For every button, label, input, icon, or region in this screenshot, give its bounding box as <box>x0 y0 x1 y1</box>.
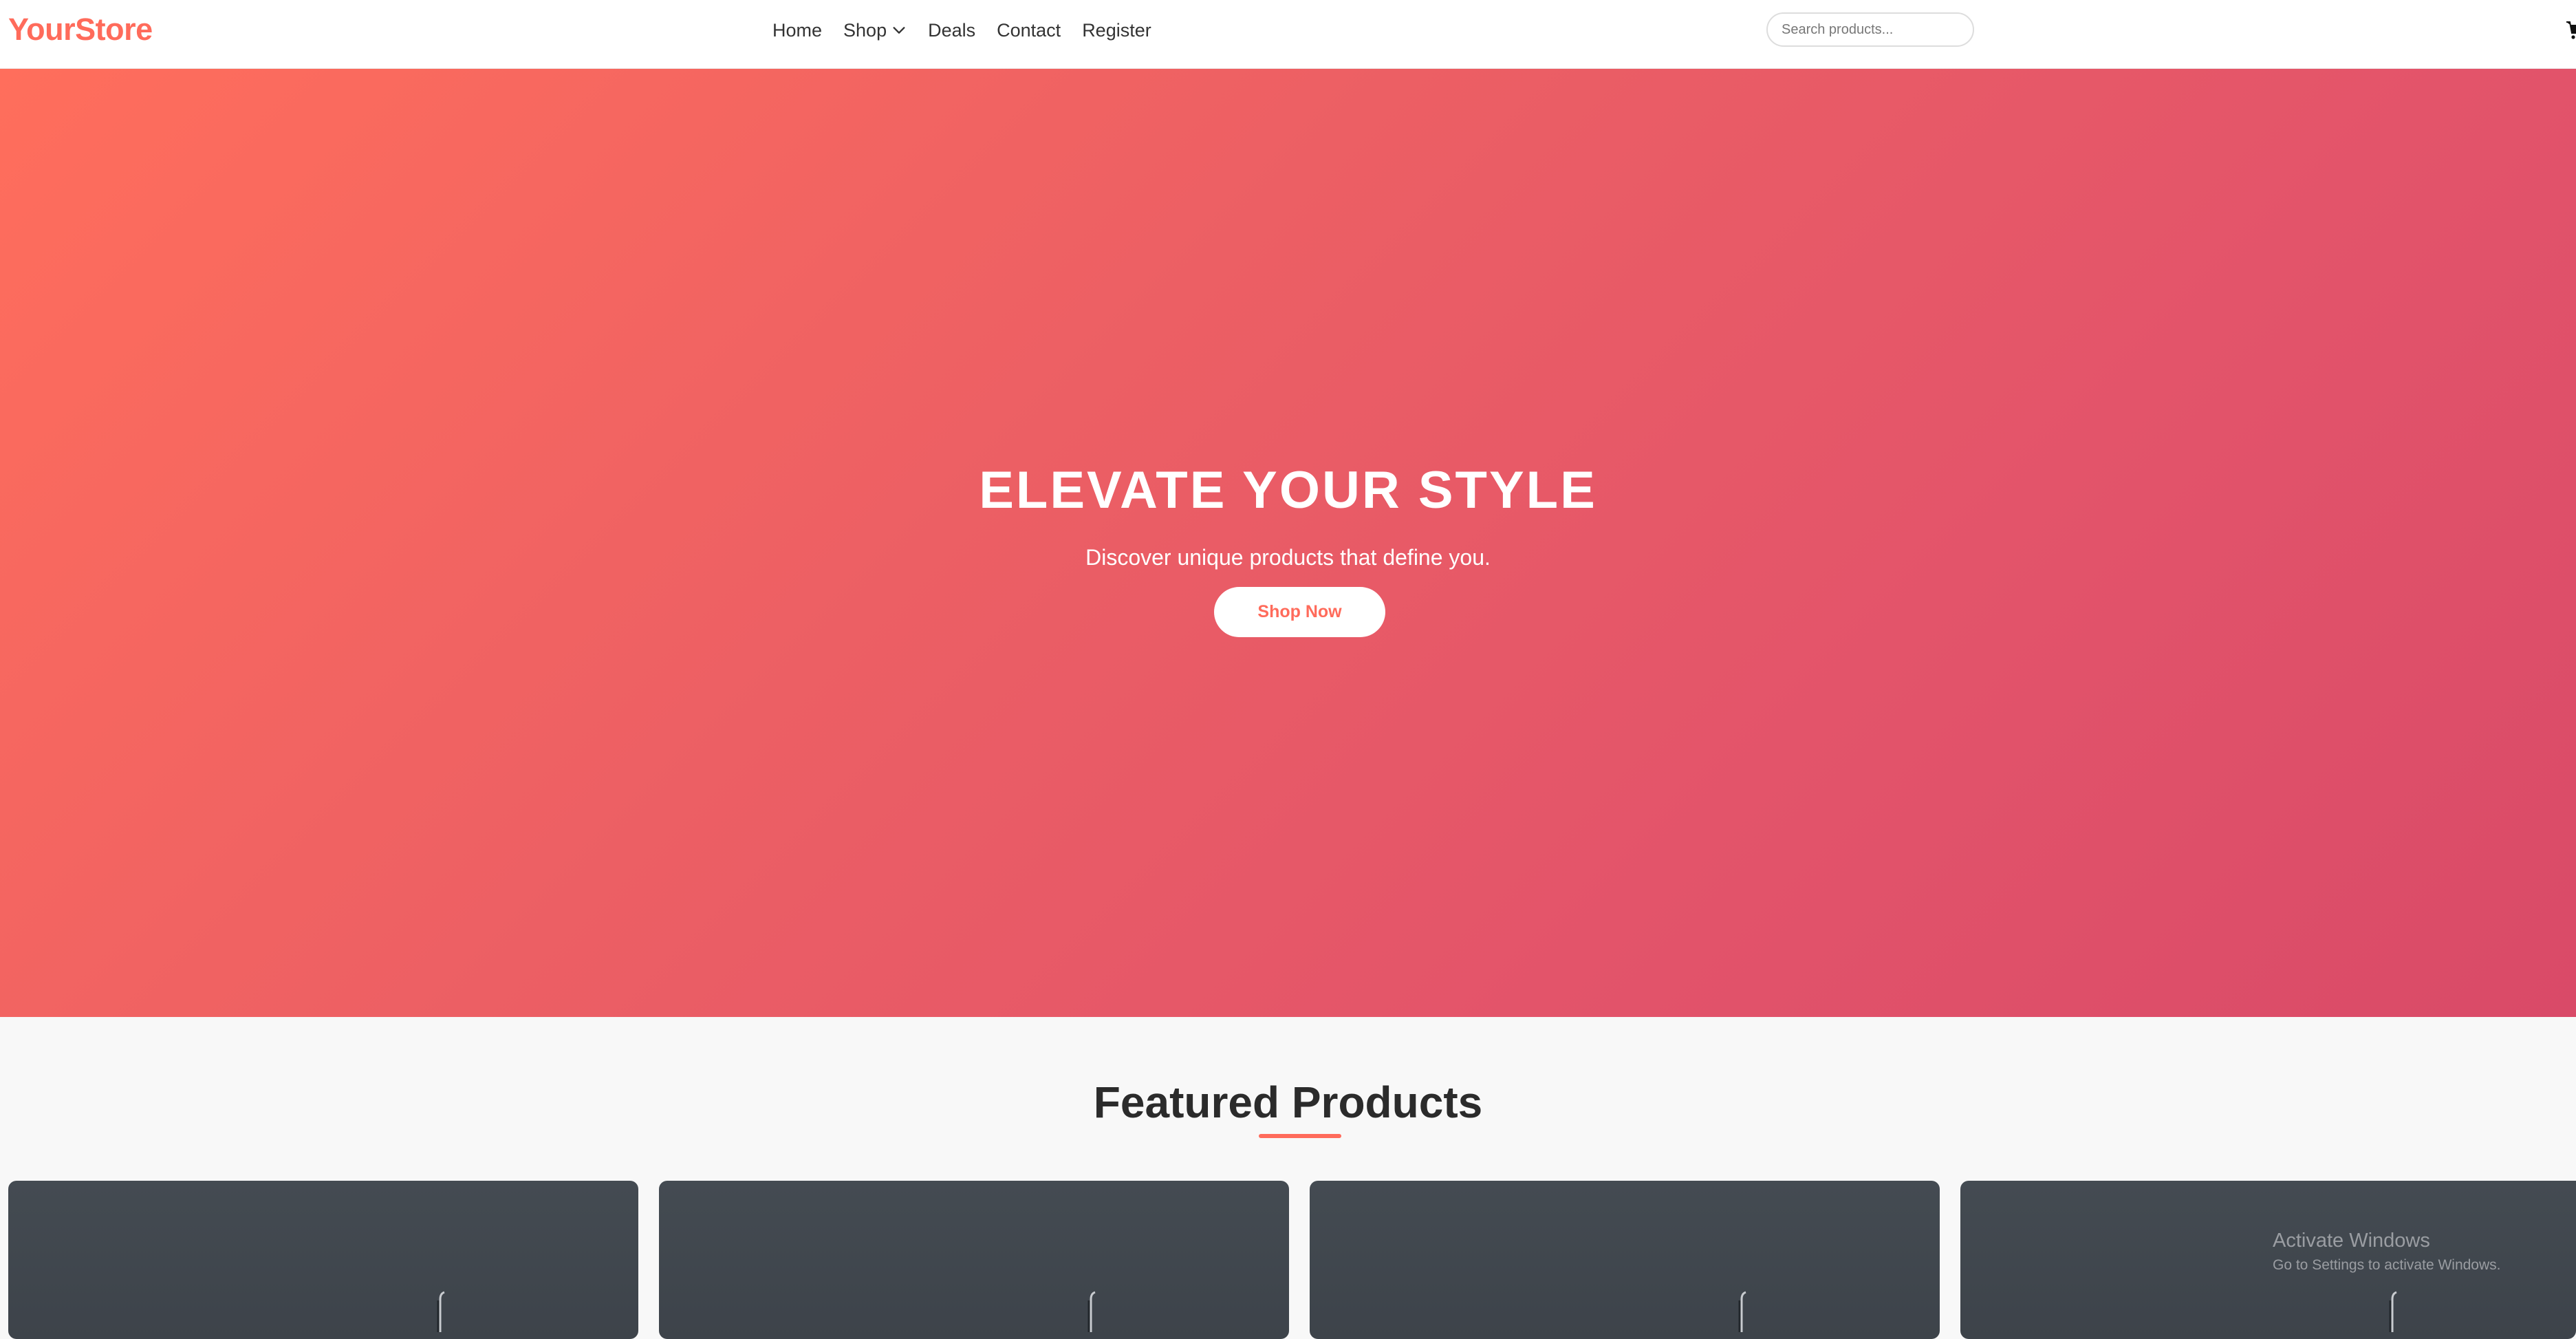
shop-now-button[interactable]: Shop Now <box>1214 587 1385 637</box>
navbar: YourStore Home Shop Deals Contact Regist… <box>0 0 2576 69</box>
product-image <box>1738 1291 1746 1332</box>
featured-products-title: Featured Products <box>1093 1078 1483 1127</box>
brand-logo[interactable]: YourStore <box>8 12 153 47</box>
activate-windows-title: Activate Windows <box>2273 1230 2430 1252</box>
search-input[interactable] <box>1766 12 1974 47</box>
nav-register[interactable]: Register <box>1082 20 1151 41</box>
nav-home[interactable]: Home <box>772 20 822 41</box>
chevron-down-icon <box>893 27 905 34</box>
nav-shop-label: Shop <box>843 19 887 41</box>
nav-contact[interactable]: Contact <box>997 20 1061 41</box>
product-card[interactable] <box>8 1181 638 1339</box>
product-card[interactable] <box>659 1181 1289 1339</box>
main-nav: Home Shop Deals Contact Register <box>772 17 1173 44</box>
activate-windows-subtitle: Go to Settings to activate Windows. <box>2273 1257 2501 1273</box>
cart-icon[interactable] <box>2566 19 2576 41</box>
product-image <box>2389 1291 2397 1332</box>
hero-banner: ELEVATE YOUR STYLE Discover unique produ… <box>0 69 2576 1017</box>
title-underline <box>1259 1134 1341 1138</box>
product-image <box>1087 1291 1096 1332</box>
nav-shop-dropdown[interactable]: Shop <box>843 20 907 41</box>
product-card[interactable] <box>1310 1181 1940 1339</box>
product-image <box>437 1291 445 1332</box>
hero-subtitle: Discover unique products that define you… <box>1085 545 1491 570</box>
nav-deals[interactable]: Deals <box>928 20 975 41</box>
hero-title: ELEVATE YOUR STYLE <box>979 461 1597 519</box>
